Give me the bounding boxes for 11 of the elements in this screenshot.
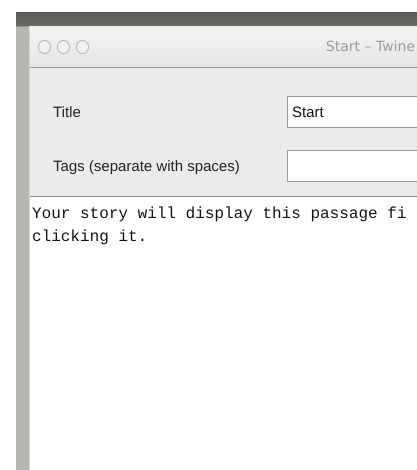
passage-text-line: Your story will display this passage fi (32, 204, 406, 225)
passage-text-area[interactable]: Your story will display this passage fi clicking it. (30, 196, 417, 470)
field-label: Tags (separate with spaces) (53, 158, 240, 174)
close-button[interactable] (38, 40, 51, 54)
input-field[interactable] (287, 150, 417, 182)
input-field[interactable]: Start (287, 96, 417, 128)
window-title: Start – Twine (326, 38, 416, 54)
zoom-button[interactable] (76, 40, 89, 54)
passage-text-line: clicking it. (32, 227, 148, 248)
field-label: Title (53, 104, 81, 120)
minimize-button[interactable] (57, 40, 70, 54)
